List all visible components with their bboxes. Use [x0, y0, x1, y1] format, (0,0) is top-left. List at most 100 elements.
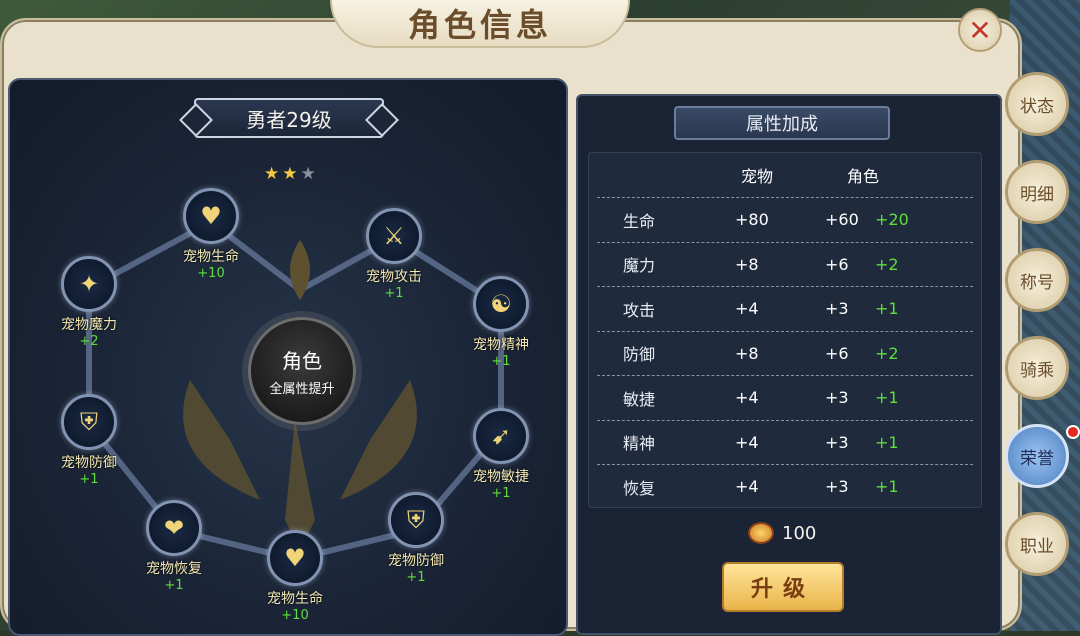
attr-bonus-value: +2 [875, 343, 899, 363]
column-pet: 宠物 [741, 167, 774, 186]
attr-name: 攻击 [623, 300, 656, 320]
node-label: 宠物精神 [473, 337, 529, 353]
tab-details[interactable]: 明细 [1005, 160, 1069, 224]
attr-role-value: +3 [825, 299, 849, 319]
table-row: 精神 +4 +3 +1 [597, 419, 973, 465]
node-pet-recovery[interactable]: ❤ 宠物恢复 +1 [119, 500, 229, 593]
attr-name: 防御 [623, 345, 656, 365]
table-row: 攻击 +4 +3 +1 [597, 286, 973, 331]
tab-honor[interactable]: 荣誉 [1005, 424, 1080, 488]
node-pet-defense-left[interactable]: ⛨ 宠物防御 +1 [34, 394, 144, 487]
attr-bonus-value: +1 [875, 432, 899, 452]
tab-honor-label: 荣誉 [1020, 448, 1054, 469]
node-label: 宠物生命 [267, 591, 323, 607]
heart-icon: ♥ [183, 188, 239, 244]
node-label: 宠物魔力 [61, 317, 117, 333]
node-pet-magic[interactable]: ✦ 宠物魔力 +2 [34, 256, 144, 349]
attr-pet-value: +4 [735, 388, 759, 408]
node-pet-attack[interactable]: ⚔ 宠物攻击 +1 [339, 208, 449, 301]
node-value: +1 [164, 578, 184, 593]
role-center-title: 角色 [282, 349, 322, 373]
upgrade-cost: 100 [748, 522, 816, 544]
close-button[interactable]: ✕ [958, 8, 1002, 52]
node-value: +10 [281, 608, 309, 623]
table-row: 魔力 +8 +6 +2 [597, 241, 973, 287]
node-value: +1 [384, 286, 404, 301]
attr-name: 敏捷 [623, 389, 656, 409]
attr-role-value: +3 [825, 388, 849, 408]
table-row: 生命 +80 +60 +20 [597, 197, 973, 242]
node-pet-defense-right[interactable]: ⛨ 宠物防御 +1 [361, 492, 471, 585]
rank-plate: 勇者29级 [194, 98, 384, 138]
node-value: +1 [406, 570, 426, 585]
attr-bonus-value: +1 [875, 299, 899, 319]
attr-name: 生命 [623, 211, 656, 231]
currency-coin-icon [748, 522, 774, 544]
window-title: 角色信息 [407, 6, 552, 44]
attr-bonus-value: +1 [875, 477, 899, 497]
star-filled-icon: ★ [282, 164, 298, 184]
attr-bonus-value: +2 [875, 254, 899, 274]
tab-mount[interactable]: 骑乘 [1005, 336, 1069, 400]
attr-bonus-value: +1 [875, 388, 899, 408]
node-label: 宠物攻击 [366, 269, 422, 285]
talent-panel: 勇者29级 ★ ★ ★ 角色 全属性提升 ♥ 宠物生命 +10 ⚔ 宠物攻击 +… [8, 78, 568, 636]
table-row: 恢复 +4 +3 +1 [597, 464, 973, 509]
attr-role-value: +60 [825, 210, 859, 230]
node-value: +10 [197, 266, 225, 281]
shield-icon: ⛨ [388, 492, 444, 548]
attr-role-value: +3 [825, 477, 849, 497]
node-value: +1 [491, 354, 511, 369]
attr-pet-value: +8 [735, 343, 759, 363]
table-row: 防御 +8 +6 +2 [597, 330, 973, 376]
node-label: 宠物恢复 [146, 561, 202, 577]
attr-role-value: +6 [825, 254, 849, 274]
attribute-header: 属性加成 [674, 106, 890, 140]
attr-role-value: +3 [825, 432, 849, 452]
star-empty-icon: ★ [300, 164, 316, 184]
running-icon: ➹ [473, 408, 529, 464]
attr-name: 恢复 [623, 478, 656, 498]
attribute-header-label: 属性加成 [746, 114, 818, 135]
attr-pet-value: +4 [735, 477, 759, 497]
heal-heart-icon: ❤ [146, 500, 202, 556]
node-pet-spirit[interactable]: ☯ 宠物精神 +1 [446, 276, 556, 369]
heart-icon: ♥ [267, 530, 323, 586]
star-filled-icon: ★ [264, 164, 280, 184]
attr-role-value: +6 [825, 343, 849, 363]
cost-value: 100 [782, 522, 817, 544]
node-pet-agility[interactable]: ➹ 宠物敏捷 +1 [446, 408, 556, 501]
node-pet-life-bottom[interactable]: ♥ 宠物生命 +10 [240, 530, 350, 623]
node-pet-life-top[interactable]: ♥ 宠物生命 +10 [156, 188, 266, 281]
attr-pet-value: +4 [735, 432, 759, 452]
table-header-row: 宠物 角色 [589, 153, 981, 197]
attribute-bonus-panel: 属性加成 宠物 角色 生命 +80 +60 +20 魔力 +8 +6 +2 攻击 [576, 94, 1002, 635]
attr-bonus-value: +20 [875, 210, 909, 230]
node-label: 宠物生命 [183, 249, 239, 265]
magic-sparkle-icon: ✦ [61, 256, 117, 312]
notification-dot-icon [1066, 425, 1080, 439]
tab-title[interactable]: 称号 [1005, 248, 1069, 312]
attr-name: 魔力 [623, 256, 656, 276]
node-label: 宠物防御 [388, 553, 444, 569]
attr-pet-value: +4 [735, 299, 759, 319]
attr-pet-value: +80 [735, 210, 769, 230]
tab-status[interactable]: 状态 [1005, 72, 1069, 136]
attr-pet-value: +8 [735, 254, 759, 274]
table-row: 敏捷 +4 +3 +1 [597, 375, 973, 420]
spirit-icon: ☯ [473, 276, 529, 332]
sword-crest-icon: ⚔ [366, 208, 422, 264]
attr-name: 精神 [623, 434, 656, 454]
node-label: 宠物防御 [61, 455, 117, 471]
shield-icon: ⛨ [61, 394, 117, 450]
character-info-window: 勇者29级 ★ ★ ★ 角色 全属性提升 ♥ 宠物生命 +10 ⚔ 宠物攻击 +… [0, 18, 1022, 636]
tab-profession[interactable]: 职业 [1005, 512, 1069, 576]
node-label: 宠物敏捷 [473, 469, 529, 485]
role-center-subtitle: 全属性提升 [269, 382, 335, 397]
rank-label: 勇者29级 [246, 107, 332, 132]
role-center-node[interactable]: 角色 全属性提升 [248, 317, 356, 425]
star-rating: ★ ★ ★ [264, 164, 316, 184]
node-value: +1 [79, 472, 99, 487]
window-title-plate: 角色信息 [330, 0, 630, 48]
upgrade-button[interactable]: 升级 [722, 562, 844, 612]
